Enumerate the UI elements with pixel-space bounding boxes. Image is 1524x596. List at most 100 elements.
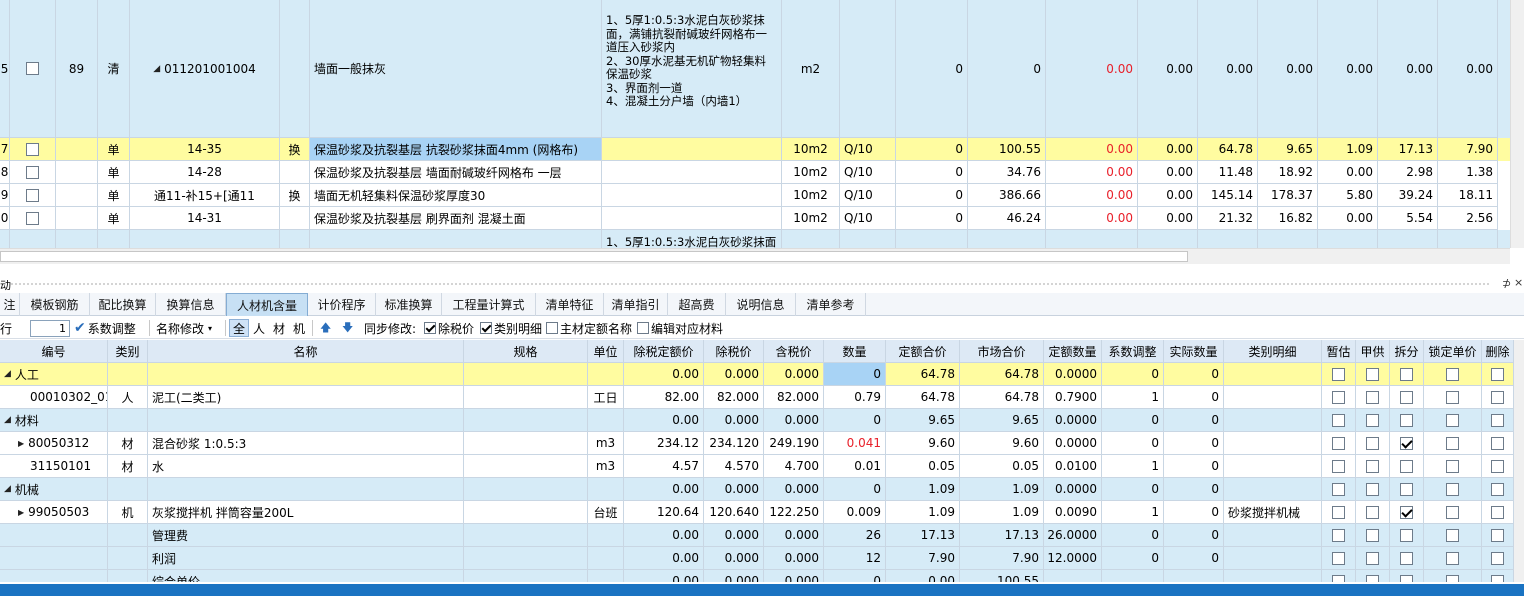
resource-checkbox[interactable]	[1400, 413, 1413, 427]
header-coef[interactable]: 系数调整	[1102, 340, 1164, 363]
resource-checkbox[interactable]	[1491, 551, 1504, 565]
row-checkbox[interactable]	[26, 62, 39, 75]
cell-chk2[interactable]	[1390, 363, 1424, 386]
panel-splitter[interactable]: 动 ⊅ ×	[0, 276, 1524, 292]
tab-4[interactable]: 人材机含量	[226, 293, 308, 316]
header-chk0[interactable]: 暂估	[1322, 340, 1356, 363]
resource-checkbox[interactable]	[1366, 459, 1379, 473]
cell-chk3[interactable]	[1424, 478, 1482, 501]
header-cat[interactable]: 类别	[108, 340, 148, 363]
collapse-triangle-icon[interactable]: ◢	[4, 415, 11, 425]
resource-row[interactable]: ▶ 99050503 机 灰浆搅拌机 拌筒容量200L 台班 120.64 120.640 1…	[0, 501, 1514, 524]
splitter-grip[interactable]	[10, 283, 1490, 285]
header-chk3[interactable]: 锁定单价	[1424, 340, 1482, 363]
cell-chk1[interactable]	[1356, 409, 1390, 432]
resource-checkbox[interactable]	[1400, 505, 1413, 519]
cell-chk4[interactable]	[1482, 570, 1514, 582]
resource-checkbox[interactable]	[1366, 551, 1379, 565]
resource-row[interactable]: 利润 0.00 0.000 0.000 12 7.90 7.90 12.0000 0 0	[0, 547, 1514, 570]
resource-checkbox[interactable]	[1491, 367, 1504, 381]
resource-checkbox[interactable]	[1366, 413, 1379, 427]
tab-2[interactable]: 配比换算	[90, 293, 156, 316]
resource-checkbox[interactable]	[1491, 390, 1504, 404]
expand-triangle-icon[interactable]: ▶	[18, 508, 24, 517]
resource-checkbox[interactable]	[1491, 436, 1504, 450]
cell-chk2[interactable]	[1390, 524, 1424, 547]
cell-chk0[interactable]	[1322, 432, 1356, 455]
row-count-spinner[interactable]: 1	[30, 319, 70, 337]
filter-all-button[interactable]: 全	[229, 319, 249, 337]
resource-checkbox[interactable]	[1491, 459, 1504, 473]
sync-tax-free-price-checkbox[interactable]: 除税价	[424, 317, 474, 339]
tab-0[interactable]: 注	[0, 293, 20, 316]
resource-checkbox[interactable]	[1332, 436, 1345, 450]
cell-chk0[interactable]	[1322, 386, 1356, 409]
tab-8[interactable]: 清单特征	[536, 293, 604, 316]
cell-chk1[interactable]	[1356, 570, 1390, 582]
cell-chk1[interactable]	[1356, 524, 1390, 547]
cell-chk[interactable]	[10, 138, 56, 161]
resource-checkbox[interactable]	[1366, 505, 1379, 519]
tab-10[interactable]: 超高费	[668, 293, 726, 316]
close-icon[interactable]: ×	[1514, 276, 1523, 289]
tab-12[interactable]: 清单参考	[796, 293, 866, 316]
cell-chk3[interactable]	[1424, 409, 1482, 432]
resource-checkbox[interactable]	[1400, 528, 1413, 542]
sync-category-detail-checkbox[interactable]: 类别明细	[480, 317, 542, 339]
resource-checkbox[interactable]	[1491, 528, 1504, 542]
cell-chk[interactable]	[10, 0, 56, 138]
cell-chk0[interactable]	[1322, 478, 1356, 501]
resource-checkbox[interactable]	[1332, 574, 1345, 582]
resource-row[interactable]: 31150101 材 水 m3 4.57 4.570 4.700 0.01 0.05 0.05 0.…	[0, 455, 1514, 478]
resource-checkbox[interactable]	[1446, 482, 1459, 496]
resource-checkbox[interactable]	[1332, 367, 1345, 381]
cell-chk4[interactable]	[1482, 478, 1514, 501]
cell-chk1[interactable]	[1356, 547, 1390, 570]
cell-chk4[interactable]	[1482, 547, 1514, 570]
resource-row[interactable]: ◢ 机械 0.00 0.000 0.000 0 1.09 1.09 0.0000 0 0	[0, 478, 1514, 501]
cell-chk4[interactable]	[1482, 501, 1514, 524]
header-dq[interactable]: 定额数量	[1044, 340, 1102, 363]
resource-checkbox[interactable]	[1446, 551, 1459, 565]
cell-chk2[interactable]	[1390, 547, 1424, 570]
main-material-name-checkbox[interactable]: 主材定额名称	[546, 317, 632, 339]
cell-chk3[interactable]	[1424, 524, 1482, 547]
collapse-triangle-icon[interactable]: ◢	[153, 64, 160, 74]
cell-chk4[interactable]	[1482, 386, 1514, 409]
cell-chk[interactable]	[10, 207, 56, 230]
header-p3[interactable]: 含税价	[764, 340, 824, 363]
cell-chk4[interactable]	[1482, 524, 1514, 547]
resource-row[interactable]: ◢ 材料 0.00 0.000 0.000 0 9.65 9.65 0.0000 0 0	[0, 409, 1514, 432]
row-checkbox[interactable]	[26, 211, 39, 225]
resource-checkbox[interactable]	[1332, 505, 1345, 519]
header-unit[interactable]: 单位	[588, 340, 624, 363]
cell-chk1[interactable]	[1356, 386, 1390, 409]
filter-labor-button[interactable]: 人	[251, 319, 267, 337]
resource-checkbox[interactable]	[1332, 528, 1345, 542]
header-qty[interactable]: 数量	[824, 340, 886, 363]
resource-checkbox[interactable]	[1446, 390, 1459, 404]
horizontal-scrollbar-top[interactable]	[0, 248, 1510, 264]
resource-checkbox[interactable]	[1400, 574, 1413, 582]
cell-chk0[interactable]	[1322, 455, 1356, 478]
move-down-icon[interactable]: 🡇	[342, 317, 353, 339]
tab-3[interactable]: 换算信息	[156, 293, 226, 316]
vertical-scrollbar-bottom[interactable]	[1514, 340, 1524, 582]
expand-triangle-icon[interactable]: ▶	[18, 439, 24, 448]
cell-chk1[interactable]	[1356, 363, 1390, 386]
resource-checkbox[interactable]	[1332, 482, 1345, 496]
resource-checkbox[interactable]	[1446, 436, 1459, 450]
cell-chk1[interactable]	[1356, 478, 1390, 501]
resource-checkbox[interactable]	[1366, 528, 1379, 542]
cell-chk0[interactable]	[1322, 524, 1356, 547]
cell-chk0[interactable]	[1322, 547, 1356, 570]
coef-adjust-button[interactable]: ✔ 系数调整	[74, 317, 136, 339]
header-p1[interactable]: 除税定额价	[624, 340, 704, 363]
cell-chk2[interactable]	[1390, 478, 1424, 501]
cell-chk3[interactable]	[1424, 386, 1482, 409]
resource-checkbox[interactable]	[1332, 413, 1345, 427]
resource-checkbox[interactable]	[1332, 551, 1345, 565]
horizontal-scroll-thumb[interactable]	[0, 251, 1188, 262]
cell-chk1[interactable]	[1356, 501, 1390, 524]
resource-row[interactable]: 管理费 0.00 0.000 0.000 26 17.13 17.13 26.0000 0 0	[0, 524, 1514, 547]
